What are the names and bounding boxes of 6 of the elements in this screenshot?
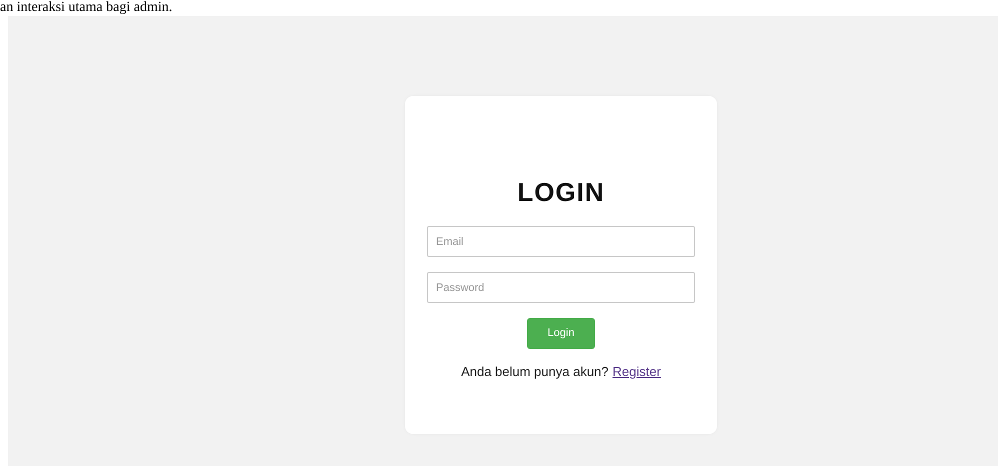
register-prompt: Anda belum punya akun? bbox=[461, 363, 609, 381]
register-link[interactable]: Register bbox=[612, 362, 661, 382]
login-title: LOGIN bbox=[516, 176, 606, 208]
input-field[interactable]: Password bbox=[427, 272, 695, 303]
input-field[interactable]: Email bbox=[427, 226, 695, 257]
caption-text: an interaksi utama bagi admin. bbox=[0, 0, 172, 16]
